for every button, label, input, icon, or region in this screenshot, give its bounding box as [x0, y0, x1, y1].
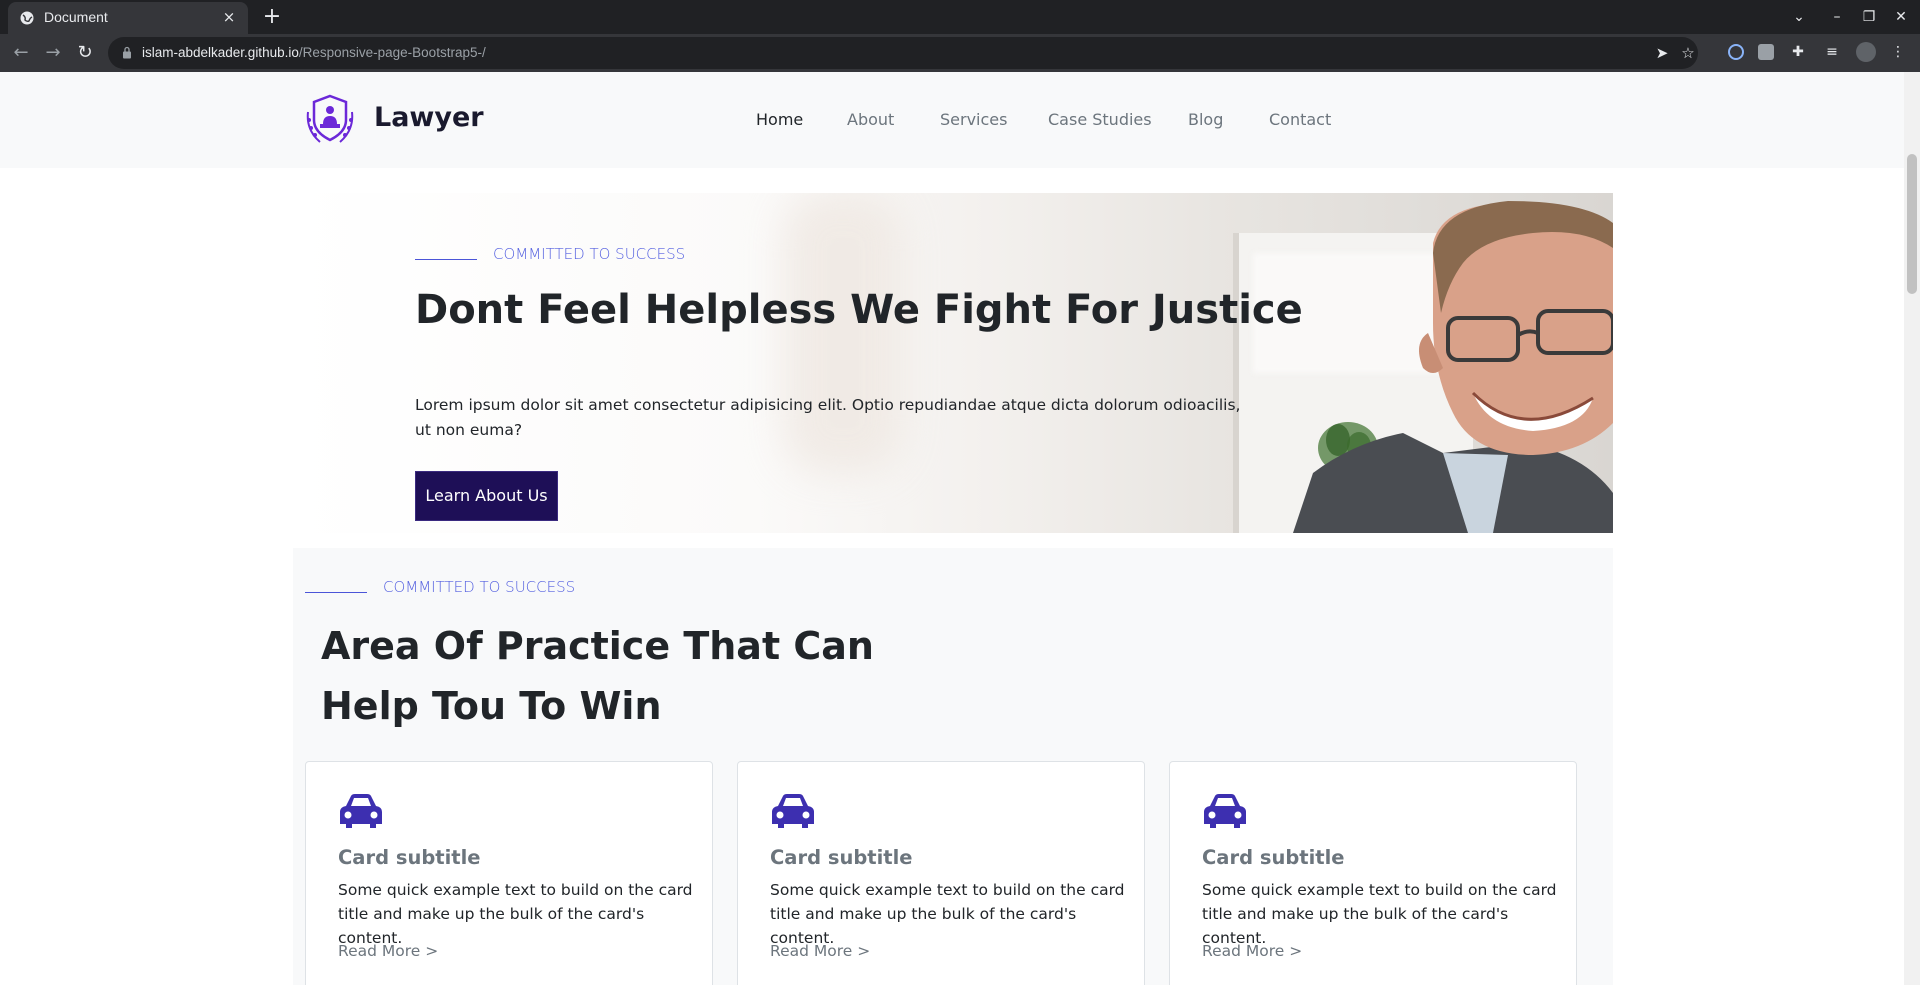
hero-title: Dont Feel Helpless We Fight For Justice [415, 287, 1303, 333]
extension-icon[interactable] [1728, 44, 1744, 60]
nav-link-home[interactable]: Home [756, 110, 803, 129]
url-text: islam-abdelkader.github.io/Responsive-pa… [142, 45, 486, 60]
practice-card: Card subtitle Some quick example text to… [305, 761, 713, 985]
web-page: Lawyer Home About Services Case Studies … [0, 72, 1904, 985]
browser-tab[interactable]: Document × [8, 2, 248, 34]
lawyer-portrait-image [1293, 201, 1613, 533]
restore-icon[interactable]: ❐ [1858, 6, 1880, 28]
car-icon [772, 794, 814, 828]
nav-link-case-studies[interactable]: Case Studies [1048, 110, 1152, 129]
page-scrollbar[interactable] [1904, 72, 1920, 985]
practice-kicker-line [305, 592, 367, 593]
url-host: islam-abdelkader.github.io [142, 45, 299, 60]
nav-link-about[interactable]: About [847, 110, 894, 129]
scrollbar-thumb[interactable] [1907, 154, 1917, 294]
close-window-icon[interactable]: ✕ [1890, 6, 1912, 28]
site-navbar: Lawyer Home About Services Case Studies … [0, 72, 1904, 168]
learn-about-us-button[interactable]: Learn About Us [415, 471, 558, 521]
practice-card: Card subtitle Some quick example text to… [1169, 761, 1577, 985]
globe-icon [20, 11, 34, 25]
car-icon [1204, 794, 1246, 828]
send-icon[interactable]: ➤ [1653, 44, 1671, 62]
back-arrow-icon[interactable]: ← [10, 42, 32, 64]
media-icon[interactable]: ≡ [1822, 42, 1842, 62]
practice-card: Card subtitle Some quick example text to… [737, 761, 1145, 985]
card-subtitle: Card subtitle [338, 846, 481, 869]
car-icon [340, 794, 382, 828]
card-text: Some quick example text to build on the … [338, 881, 693, 947]
hero-kicker-line [415, 259, 477, 260]
forward-arrow-icon[interactable]: → [42, 42, 64, 64]
kebab-menu-icon[interactable]: ⋮ [1888, 42, 1908, 62]
address-bar[interactable]: islam-abdelkader.github.io/Responsive-pa… [108, 37, 1698, 69]
read-more-link[interactable]: Read More > [770, 942, 870, 960]
nav-link-services[interactable]: Services [940, 110, 1007, 129]
card-text: Some quick example text to build on the … [770, 881, 1125, 947]
brand-name[interactable]: Lawyer [374, 102, 484, 133]
url-path: /Responsive-page-Bootstrap5-/ [298, 45, 486, 60]
browser-tab-strip: Document × + ⌄ – ❐ ✕ [0, 0, 1920, 34]
star-icon[interactable]: ☆ [1679, 44, 1697, 62]
minimize-icon[interactable]: – [1826, 6, 1848, 28]
tab-title: Document [44, 9, 108, 25]
lock-icon [123, 46, 131, 59]
reload-icon[interactable]: ↻ [74, 42, 96, 64]
lawyer-logo-icon[interactable] [302, 92, 358, 148]
browser-toolbar: ← → ↻ islam-abdelkader.github.io/Respons… [0, 34, 1920, 72]
card-subtitle: Card subtitle [1202, 846, 1345, 869]
practice-title: Area Of Practice That Can Help Tou To Wi… [321, 624, 874, 728]
nav-link-contact[interactable]: Contact [1269, 110, 1331, 129]
read-more-link[interactable]: Read More > [338, 942, 438, 960]
tab-close-icon[interactable]: × [220, 8, 238, 26]
nav-link-blog[interactable]: Blog [1188, 110, 1223, 129]
new-tab-button[interactable]: + [260, 5, 284, 29]
card-text: Some quick example text to build on the … [1202, 881, 1557, 947]
read-more-link[interactable]: Read More > [1202, 942, 1302, 960]
card-subtitle: Card subtitle [770, 846, 913, 869]
hero-text: Lorem ipsum dolor sit amet consectetur a… [415, 396, 1241, 439]
profile-avatar-icon[interactable] [1856, 42, 1876, 62]
puzzle-icon[interactable]: ✚ [1788, 42, 1808, 62]
extension-icon[interactable] [1758, 44, 1774, 60]
practice-kicker: COMMITTED TO SUCCESS [383, 578, 576, 596]
hero-kicker: COMMITTED TO SUCCESS [493, 245, 686, 263]
tab-search-icon[interactable]: ⌄ [1788, 6, 1810, 28]
